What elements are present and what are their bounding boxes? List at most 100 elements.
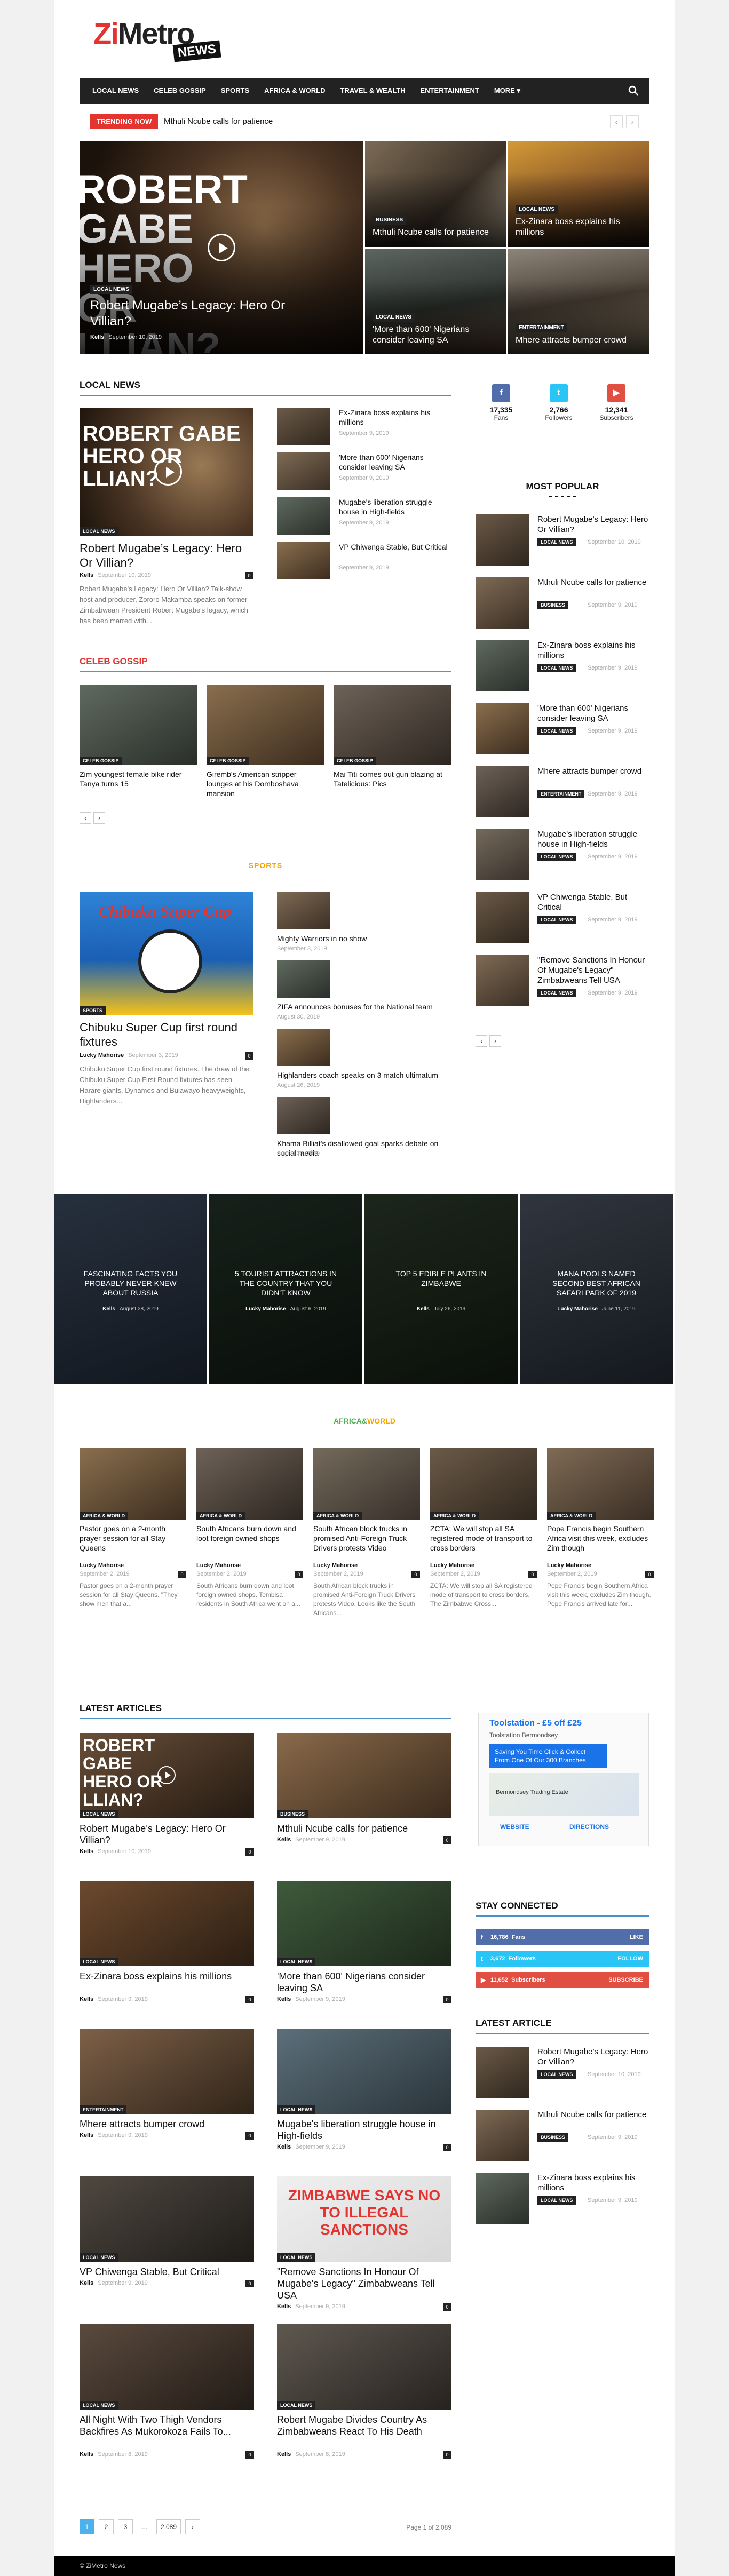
africa-author[interactable]: Lucky Mahorise	[196, 1562, 241, 1569]
hero-tile-3-category[interactable]: LOCAL NEWS	[373, 313, 415, 322]
local-news-item-title[interactable]: 'More than 600' Nigerians consider leavi…	[339, 452, 451, 472]
hero-main-title[interactable]: Robert Mugabe’s Legacy: Hero Or Villian?	[90, 298, 325, 330]
comment-count[interactable]: 0	[443, 2451, 451, 2459]
comment-count[interactable]: 0	[245, 2451, 254, 2459]
youtube-icon[interactable]: ▶	[607, 384, 625, 402]
africa-thumb[interactable]: AFRICA & WORLD	[80, 1448, 186, 1520]
section-title[interactable]: LATEST ARTICLES	[80, 1703, 162, 1717]
africa-title[interactable]: South African block trucks in promised A…	[313, 1524, 420, 1553]
facebook-icon[interactable]: f	[492, 384, 510, 402]
latest-title[interactable]: Robert Mugabe’s Legacy: Hero Or Villian?	[80, 1823, 254, 1846]
site-logo[interactable]: ZiMetro NEWS	[93, 16, 221, 62]
side-latest-title[interactable]: Robert Mugabe’s Legacy: Hero Or Villian?	[537, 2047, 649, 2067]
latest-author[interactable]: Kells	[277, 2144, 291, 2150]
africa-author[interactable]: Lucky Mahorise	[80, 1562, 124, 1569]
section-title-b[interactable]: WORLD	[367, 1417, 395, 1425]
popular-title[interactable]: Robert Mugabe’s Legacy: Hero Or Villian?	[537, 514, 649, 535]
play-icon[interactable]	[154, 458, 182, 486]
popular-title[interactable]: 'More than 600' Nigerians consider leavi…	[537, 703, 649, 723]
latest-thumb[interactable]: ZIMBABWE SAYS NO TO ILLEGAL SANCTIONS LOC…	[277, 2176, 451, 2262]
popular-title[interactable]: "Remove Sanctions In Honour Of Mugabe's …	[537, 955, 649, 985]
africa-category[interactable]: AFRICA & WORLD	[430, 1512, 479, 1520]
latest-thumb[interactable]: LOCAL NEWS	[80, 1881, 254, 1966]
menu-item-entertainment[interactable]: ENTERTAINMENT	[413, 78, 487, 104]
comment-count[interactable]: 0	[443, 1996, 451, 2003]
sports-thumb[interactable]	[277, 892, 330, 929]
local-news-main-image[interactable]: ROBERT GABE HERO OR LLIAN? LOCAL NEWS	[80, 408, 253, 536]
africa-category[interactable]: AFRICA & WORLD	[547, 1512, 596, 1520]
play-icon[interactable]	[157, 1766, 176, 1784]
popular-prev-button[interactable]: ‹	[476, 1035, 487, 1047]
celeb-category[interactable]: CELEB GOSSIP	[80, 757, 122, 765]
travel-card[interactable]: 5 TOURIST ATTRACTIONS IN THE COUNTRY THA…	[209, 1194, 362, 1384]
hero-tile-1[interactable]: BUSINESS Mthuli Ncube calls for patience	[365, 141, 506, 247]
popular-thumb[interactable]	[476, 829, 529, 880]
side-latest-thumb[interactable]	[476, 2047, 529, 2098]
local-news-item-title[interactable]: VP Chiwenga Stable, But Critical	[339, 542, 451, 552]
hero-tile-3[interactable]: LOCAL NEWS 'More than 600' Nigerians con…	[365, 249, 506, 354]
africa-author[interactable]: Lucky Mahorise	[313, 1562, 358, 1569]
connect-action[interactable]: FOLLOW	[617, 1951, 643, 1967]
section-title[interactable]: STAY CONNECTED	[476, 1901, 558, 1914]
africa-thumb[interactable]: AFRICA & WORLD	[313, 1448, 420, 1520]
trending-headline[interactable]: Mthuli Ncube calls for patience	[164, 114, 273, 129]
latest-category[interactable]: Entertainment	[80, 2105, 127, 2114]
local-news-main-author[interactable]: Kells	[80, 572, 93, 578]
menu-item-local-news[interactable]: LOCAL NEWS	[85, 78, 146, 104]
ad-website-link[interactable]: WEBSITE	[500, 1823, 529, 1831]
play-icon[interactable]	[208, 234, 235, 261]
africa-title[interactable]: Pastor goes on a 2-month prayer session …	[80, 1524, 186, 1553]
latest-author[interactable]: Kells	[80, 2280, 93, 2286]
comment-count[interactable]: 0	[245, 1052, 253, 1060]
africa-thumb[interactable]: AFRICA & WORLD	[196, 1448, 303, 1520]
hero-main-tile[interactable]: ROBERT GABE HERO OR LLIAN? LOCAL NEWS Ro…	[80, 141, 363, 354]
comment-count[interactable]: 0	[443, 1836, 451, 1844]
travel-card[interactable]: TOP 5 EDIBLE PLANTS IN ZIMBABWE Kells July…	[364, 1194, 518, 1384]
latest-author[interactable]: Kells	[80, 2132, 93, 2138]
latest-title[interactable]: "Remove Sanctions In Honour Of Mugabe's …	[277, 2266, 451, 2301]
latest-author[interactable]: Kells	[277, 1996, 291, 2002]
latest-thumb[interactable]: LOCAL NEWS	[277, 2029, 451, 2114]
celeb-thumb[interactable]: CELEB GOSSIP	[207, 685, 324, 765]
comment-count[interactable]: 0	[295, 1571, 303, 1578]
travel-title[interactable]: MANA POOLS NAMED SECOND BEST AFRICAN SAF…	[541, 1269, 652, 1298]
latest-title[interactable]: 'More than 600' Nigerians consider leavi…	[277, 1970, 451, 1994]
travel-card[interactable]: MANA POOLS NAMED SECOND BEST AFRICAN SAF…	[520, 1194, 673, 1384]
menu-item-more[interactable]: MORE ▾	[487, 78, 528, 104]
comment-count[interactable]: 0	[245, 2280, 254, 2287]
section-title[interactable]: CELEB GOSSIP	[80, 656, 148, 670]
popular-thumb[interactable]	[476, 703, 529, 754]
celeb-thumb[interactable]: CELEB GOSSIP	[334, 685, 451, 765]
local-news-item-title[interactable]: Ex-Zinara boss explains his millions	[339, 408, 451, 427]
sports-thumb[interactable]	[277, 960, 330, 998]
latest-title[interactable]: All Night With Two Thigh Vendors Backfir…	[80, 2414, 254, 2437]
latest-category[interactable]: BUSINESS	[277, 1810, 308, 1818]
travel-author[interactable]: Lucky Mahorise	[245, 1306, 286, 1312]
sports-main-author[interactable]: Lucky Mahorise	[80, 1052, 124, 1059]
hero-tile-4[interactable]: ENTERTAINMENT Mhere attracts bumper crow…	[508, 249, 649, 354]
latest-title[interactable]: Mhere attracts bumper crowd	[80, 2118, 254, 2130]
travel-author[interactable]: Kells	[417, 1306, 430, 1312]
celeb-category[interactable]: CELEB GOSSIP	[207, 757, 249, 765]
latest-title[interactable]: VP Chiwenga Stable, But Critical	[80, 2266, 254, 2278]
page-button[interactable]: 1	[80, 2519, 94, 2534]
connect-action[interactable]: LIKE	[630, 1929, 643, 1945]
latest-category[interactable]: LOCAL NEWS	[80, 1810, 118, 1818]
popular-next-button[interactable]: ›	[489, 1035, 501, 1047]
next-page-button[interactable]: ›	[185, 2519, 200, 2534]
connect-bar[interactable]: f 16,786 Fans LIKE	[476, 1929, 649, 1945]
sports-main-image[interactable]: Chibuku Super Cup SPORTS	[80, 892, 253, 1015]
popular-title[interactable]: Ex-Zinara boss explains his millions	[537, 640, 649, 661]
celeb-thumb[interactable]: CELEB GOSSIP	[80, 685, 197, 765]
travel-card[interactable]: FASCINATING FACTS YOU PROBABLY NEVER KNE…	[54, 1194, 207, 1384]
popular-thumb[interactable]	[476, 640, 529, 691]
sports-main-title[interactable]: Chibuku Super Cup first round fixtures	[80, 1020, 253, 1049]
africa-thumb[interactable]: AFRICA & WORLD	[547, 1448, 654, 1520]
celeb-prev-button[interactable]: ‹	[80, 812, 91, 824]
comment-count[interactable]: 0	[245, 572, 253, 579]
comment-count[interactable]: 0	[443, 2303, 451, 2311]
ad-title[interactable]: Toolstation - £5 off £25	[489, 1719, 582, 1728]
popular-category[interactable]: Entertainment	[537, 790, 585, 798]
trending-prev-button[interactable]: ‹	[610, 115, 623, 128]
hero-tile-2-category[interactable]: LOCAL NEWS	[516, 205, 558, 214]
